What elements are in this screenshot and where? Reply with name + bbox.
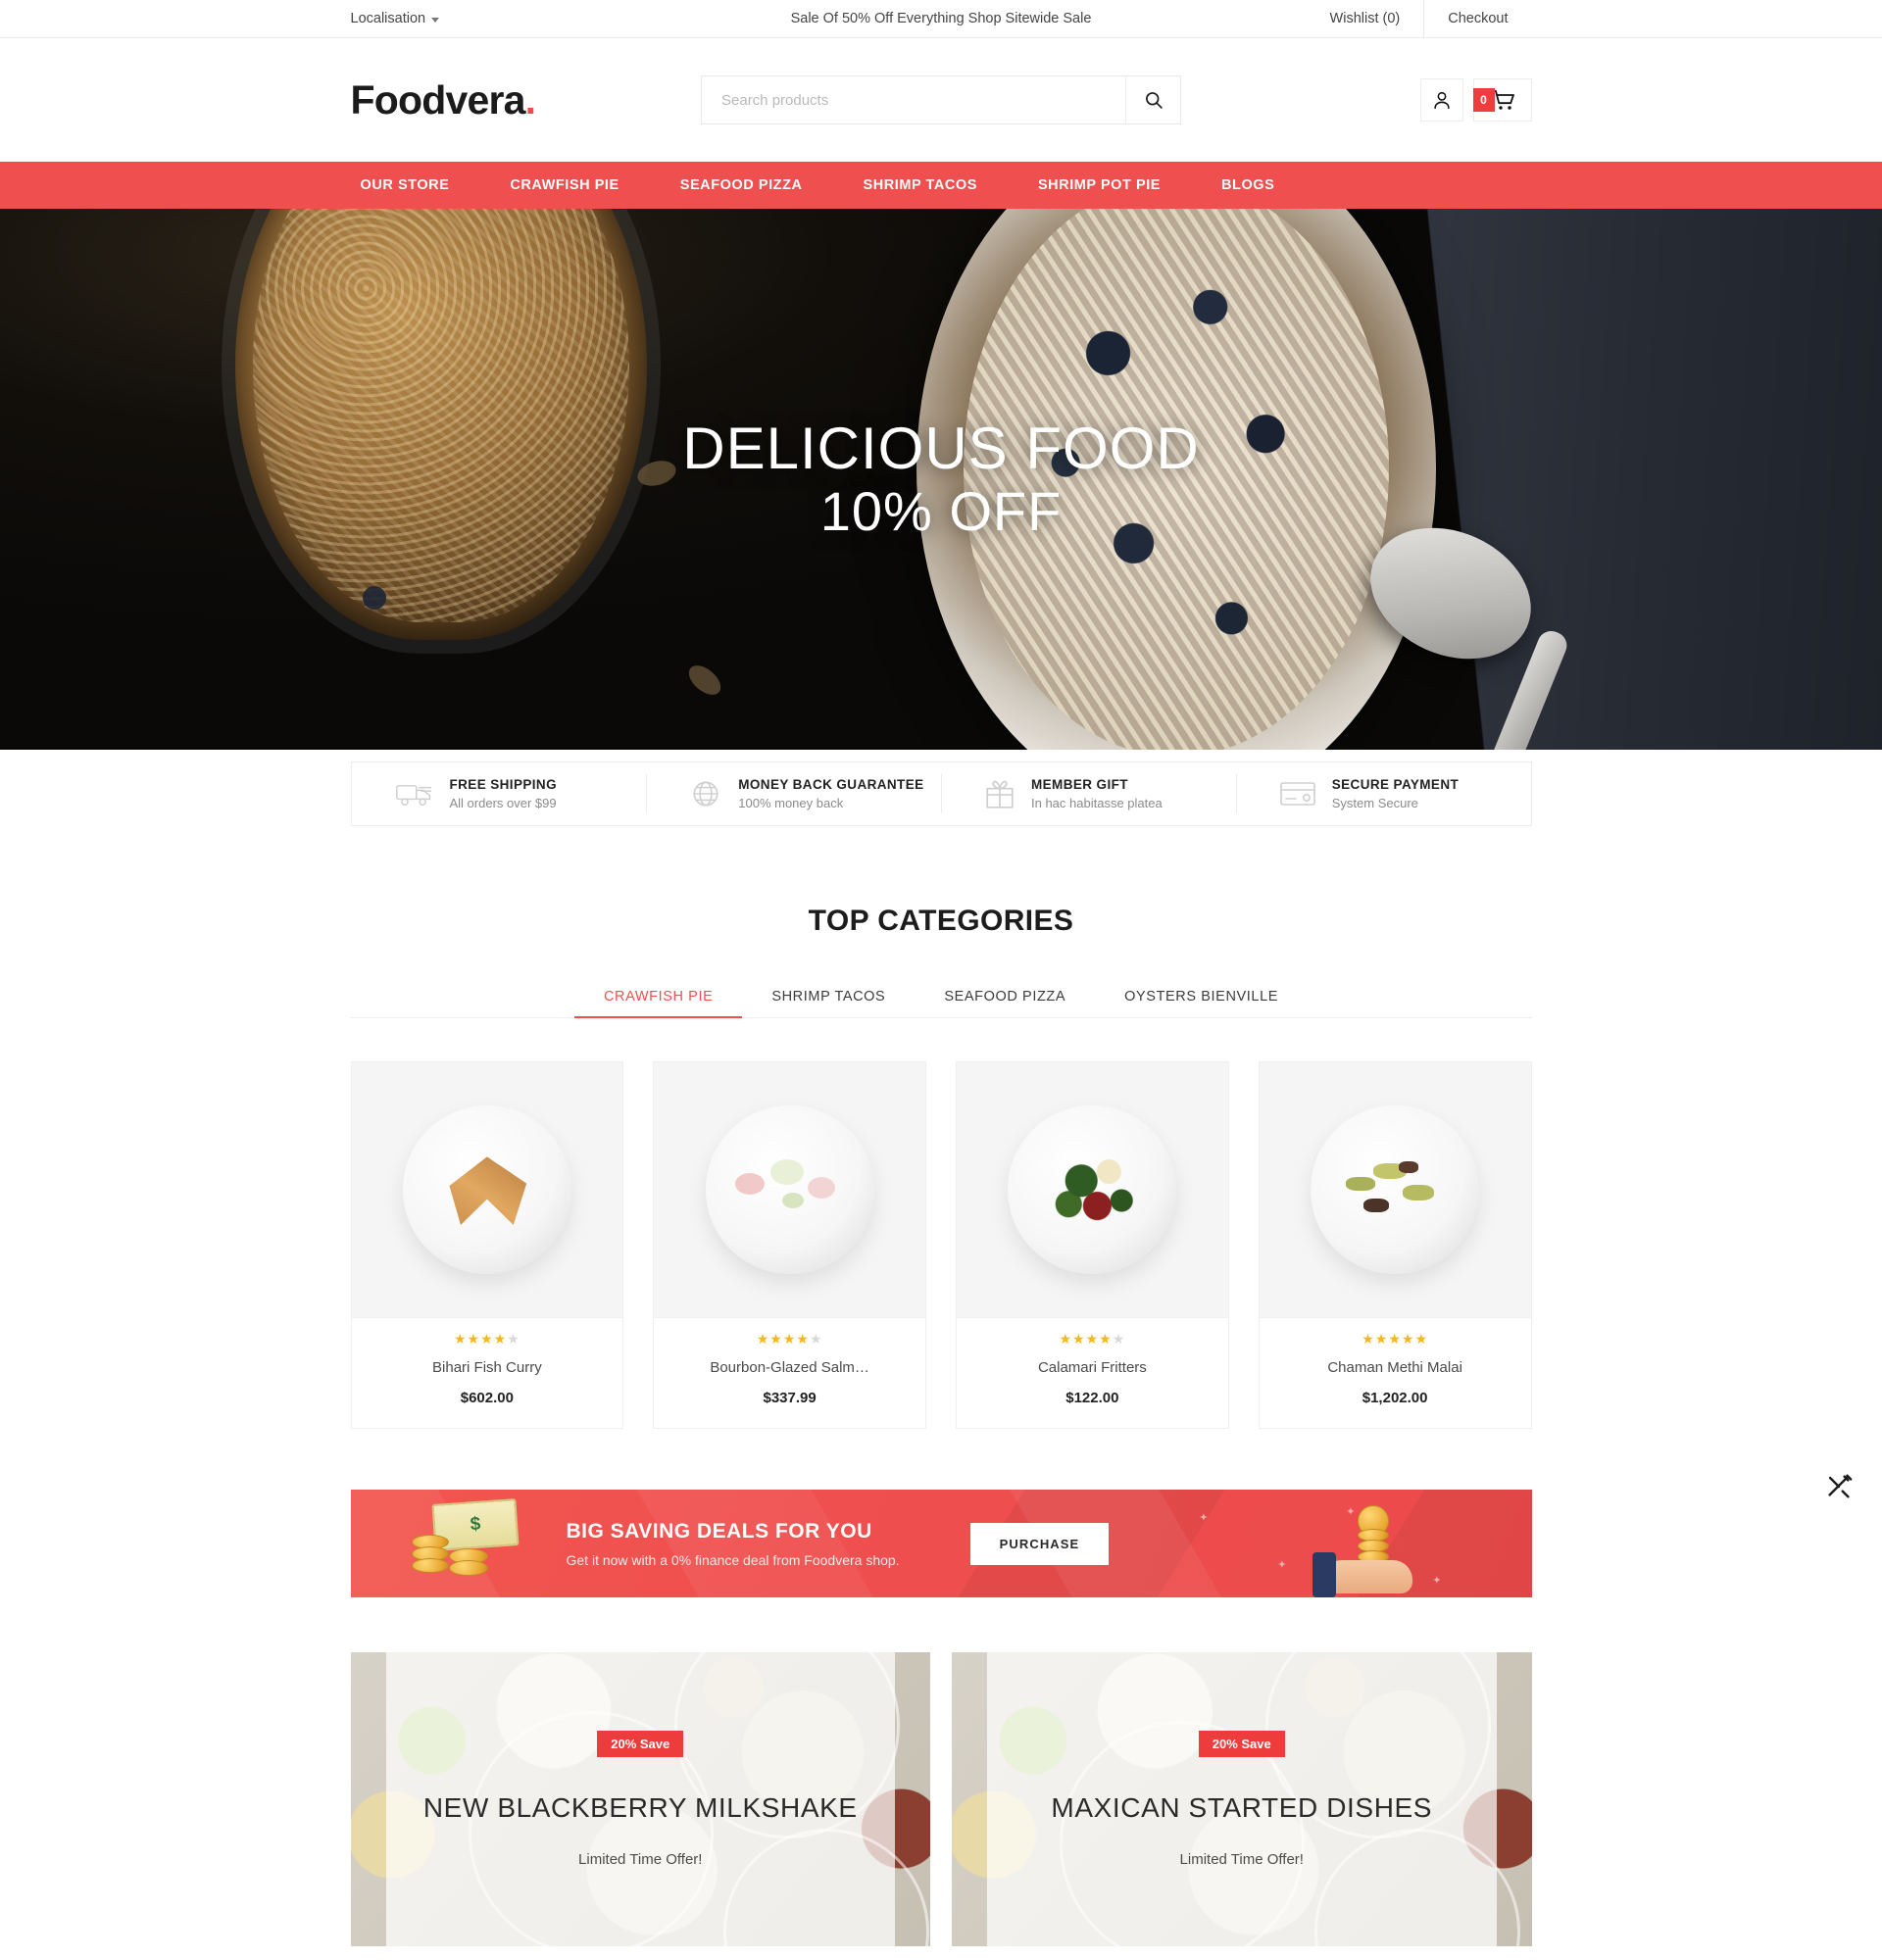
product-price: $337.99 [763, 1390, 817, 1406]
tab-oysters-bienville[interactable]: OYSTERS BIENVILLE [1095, 977, 1308, 1018]
category-tabs: CRAWFISH PIE SHRIMP TACOS SEAFOOD PIZZA … [350, 977, 1532, 1018]
product-name[interactable]: Bihari Fish Curry [352, 1359, 623, 1376]
nav-item-crawfish-pie[interactable]: CRAWFISH PIE [479, 162, 649, 209]
site-logo[interactable]: Foodvera. [350, 76, 537, 122]
product-image[interactable] [654, 1062, 925, 1317]
search-icon [1145, 92, 1163, 109]
rating-stars: ★★★★★ [453, 1331, 520, 1347]
product-card[interactable]: ★★★★★ Chaman Methi Malai $1,202.00 [1258, 1061, 1532, 1429]
top-bar: Localisation Sale Of 50% Off Everything … [0, 0, 1882, 38]
hero-title: DELICIOUS FOOD [682, 416, 1200, 482]
product-price: $1,202.00 [1362, 1390, 1428, 1406]
product-card[interactable]: ★★★★★ Bihari Fish Curry $602.00 [350, 1061, 624, 1429]
nav-item-our-store[interactable]: OUR STORE [351, 162, 480, 209]
promo-card-mexican[interactable]: 20% Save MAXICAN STARTED DISHES Limited … [952, 1652, 1532, 1946]
hero-subtitle: 10% OFF [819, 480, 1063, 543]
wishlist-link[interactable]: Wishlist (0) [1307, 0, 1424, 38]
service-subtitle: In hac habitasse platea [1031, 796, 1163, 810]
service-title: MEMBER GIFT [1031, 777, 1128, 792]
search-input[interactable] [702, 76, 1125, 123]
promo-card-milkshake[interactable]: 20% Save NEW BLACKBERRY MILKSHAKE Limite… [350, 1652, 930, 1946]
purchase-button[interactable]: PURCHASE [969, 1522, 1110, 1565]
rating-stars: ★★★★★ [756, 1331, 823, 1347]
account-button[interactable] [1419, 78, 1463, 122]
rating-stars: ★★★★★ [1362, 1331, 1429, 1347]
save-badge: 20% Save [1198, 1731, 1285, 1757]
chevron-down-icon [431, 17, 440, 23]
truck-icon [395, 779, 434, 808]
product-card[interactable]: ★★★★★ Bourbon-Glazed Salm… $337.99 [653, 1061, 926, 1429]
localisation-label: Localisation [350, 11, 426, 26]
nav-item-shrimp-tacos[interactable]: SHRIMP TACOS [833, 162, 1008, 209]
hand-coins-illustration [1307, 1503, 1424, 1597]
promo-subtitle: Limited Time Offer! [578, 1851, 703, 1868]
page-root: Localisation Sale Of 50% Off Everything … [0, 0, 1882, 1960]
main-navigation: OUR STORE CRAWFISH PIE SEAFOOD PIZZA SHR… [0, 162, 1882, 209]
globe-icon [689, 777, 722, 810]
product-name[interactable]: Chaman Methi Malai [1260, 1359, 1531, 1376]
logo-dot: . [524, 76, 536, 122]
rating-stars: ★★★★★ [1059, 1331, 1126, 1347]
service-subtitle: All orders over $99 [449, 796, 557, 810]
deal-title: BIG SAVING DEALS FOR YOU [566, 1519, 872, 1543]
service-subtitle: 100% money back [738, 796, 844, 810]
product-image[interactable] [957, 1062, 1228, 1317]
promo-title: MAXICAN STARTED DISHES [1051, 1792, 1433, 1823]
product-card[interactable]: ★★★★★ Calamari Fritters $122.00 [956, 1061, 1229, 1429]
service-subtitle: System Secure [1331, 796, 1418, 810]
tab-seafood-pizza[interactable]: SEAFOOD PIZZA [915, 977, 1095, 1018]
promo-title: NEW BLACKBERRY MILKSHAKE [422, 1792, 858, 1823]
gift-icon [984, 777, 1015, 810]
tab-crawfish-pie[interactable]: CRAWFISH PIE [573, 977, 743, 1018]
user-icon [1433, 91, 1450, 110]
promo-subtitle: Limited Time Offer! [1179, 1851, 1304, 1868]
checkout-link[interactable]: Checkout [1423, 0, 1531, 38]
localisation-dropdown[interactable]: Localisation [351, 11, 440, 26]
product-image[interactable] [1259, 1062, 1531, 1317]
header-actions: 0 [1419, 78, 1532, 122]
nav-item-blogs[interactable]: BLOGS [1191, 162, 1305, 209]
service-title: FREE SHIPPING [449, 777, 557, 792]
deal-subtitle: Get it now with a 0% finance deal from F… [566, 1551, 900, 1568]
service-money-back: MONEY BACK GUARANTEE 100% money back [646, 762, 941, 825]
top-categories-title: TOP CATEGORIES [808, 905, 1074, 937]
product-price: $602.00 [460, 1390, 514, 1406]
cart-button[interactable]: 0 [1472, 78, 1532, 122]
service-title: SECURE PAYMENT [1331, 777, 1460, 792]
search-bar [701, 75, 1181, 124]
product-grid: ★★★★★ Bihari Fish Curry $602.00 ★★★★★ Bo… [350, 1061, 1532, 1429]
product-name[interactable]: Calamari Fritters [957, 1359, 1228, 1376]
cutlery-icon [1828, 1474, 1853, 1498]
promo-message: Sale Of 50% Off Everything Shop Sitewide… [790, 11, 1092, 26]
service-free-shipping: FREE SHIPPING All orders over $99 [352, 762, 647, 825]
money-illustration [398, 1490, 545, 1597]
promo-banners: 20% Save NEW BLACKBERRY MILKSHAKE Limite… [350, 1652, 1532, 1946]
cart-count-badge: 0 [1472, 88, 1495, 112]
cutlery-icon-button[interactable] [1821, 1468, 1857, 1503]
product-image[interactable] [351, 1062, 623, 1317]
credit-card-icon [1279, 779, 1316, 808]
nav-item-seafood-pizza[interactable]: SEAFOOD PIZZA [650, 162, 833, 209]
site-header: Foodvera. Search products 0 [0, 38, 1882, 162]
product-name[interactable]: Bourbon-Glazed Salm… [654, 1359, 925, 1376]
save-badge: 20% Save [597, 1731, 684, 1757]
nav-item-shrimp-pot-pie[interactable]: SHRIMP POT PIE [1008, 162, 1191, 209]
search-button[interactable] [1125, 76, 1180, 123]
service-member-gift: MEMBER GIFT In hac habitasse platea [941, 762, 1236, 825]
deal-banner: BIG SAVING DEALS FOR YOU Get it now with… [350, 1490, 1532, 1597]
service-secure-payment: SECURE PAYMENT System Secure [1235, 762, 1531, 825]
logo-text: Foodvera [350, 76, 526, 122]
services-section: FREE SHIPPING All orders over $99 MONEY … [350, 750, 1532, 826]
tab-shrimp-tacos[interactable]: SHRIMP TACOS [742, 977, 915, 1018]
product-price: $122.00 [1065, 1390, 1119, 1406]
hero-banner[interactable]: DELICIOUS FOOD 10% OFF [0, 209, 1882, 750]
service-title: MONEY BACK GUARANTEE [738, 777, 924, 792]
